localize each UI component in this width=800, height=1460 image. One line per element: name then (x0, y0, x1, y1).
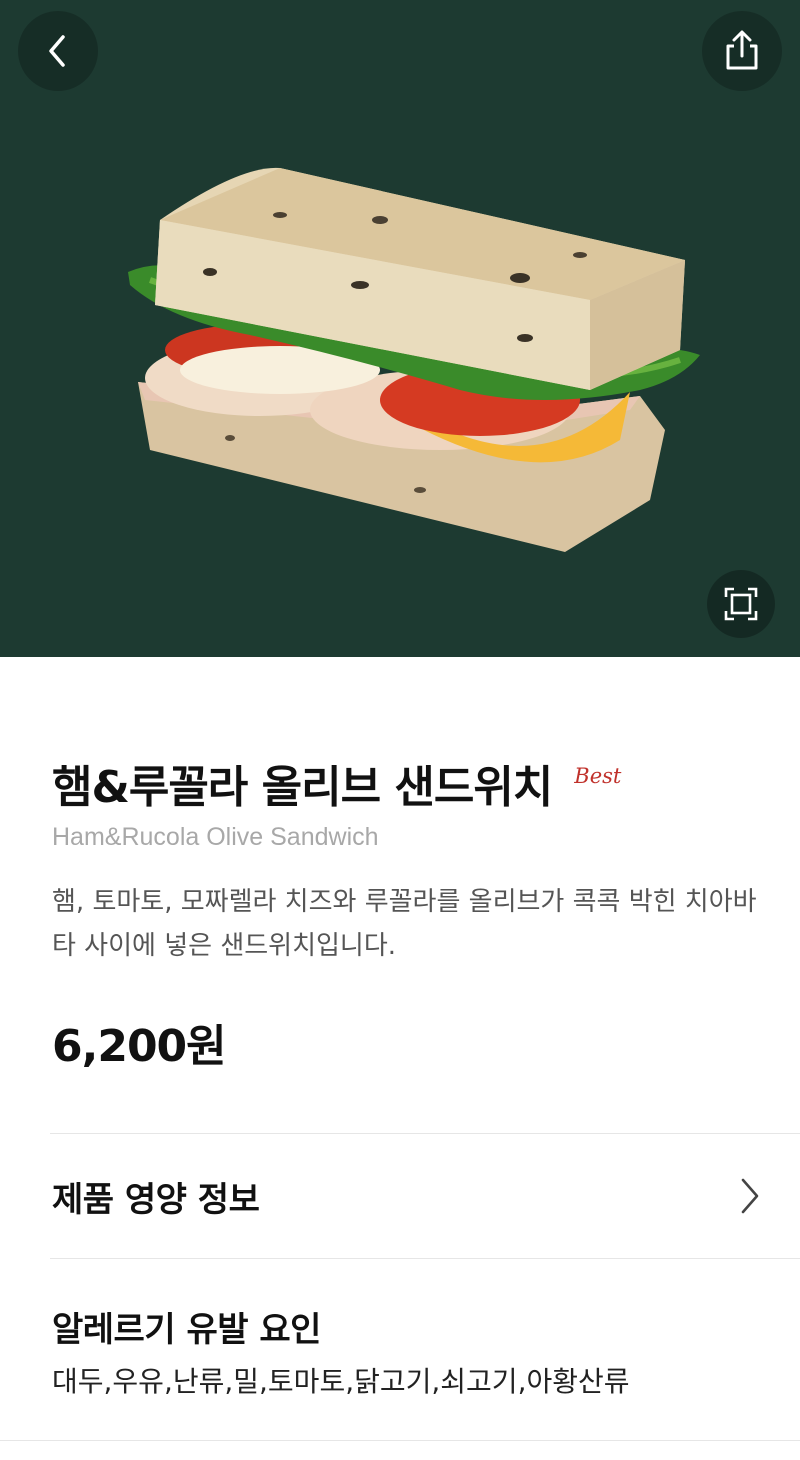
share-icon (726, 30, 758, 70)
product-price: 6,200원 (52, 1021, 227, 1072)
nutrition-info-label: 제품 영양 정보 (52, 1179, 260, 1220)
best-badge: Best (574, 764, 622, 788)
title-row: 햄&루꼴라 올리브 샌드위치 Best (52, 756, 621, 820)
product-description: 햄, 토마토, 모짜렐라 치즈와 루꼴라를 올리브가 콕콕 박힌 치아바타 사이… (52, 887, 757, 961)
product-hero (0, 0, 800, 657)
expand-icon (724, 587, 758, 621)
allergy-title: 알레르기 유발 요인 (52, 1310, 321, 1350)
product-title: 햄&루꼴라 올리브 샌드위치 (52, 762, 553, 813)
divider (50, 1133, 800, 1134)
sandwich-image (128, 167, 700, 552)
zoom-button[interactable] (707, 570, 775, 638)
nutrition-info-link[interactable]: 제품 영양 정보 (52, 1164, 762, 1228)
product-english-name: Ham&Rucola Olive Sandwich (52, 823, 379, 851)
back-button[interactable] (18, 11, 98, 91)
share-button[interactable] (702, 11, 782, 91)
divider (50, 1258, 800, 1259)
divider (0, 1440, 800, 1441)
chevron-left-icon (49, 35, 65, 67)
chevron-right-icon (741, 1178, 759, 1214)
allergy-list: 대두,우유,난류,밀,토마토,닭고기,쇠고기,아황산류 (52, 1365, 630, 1398)
